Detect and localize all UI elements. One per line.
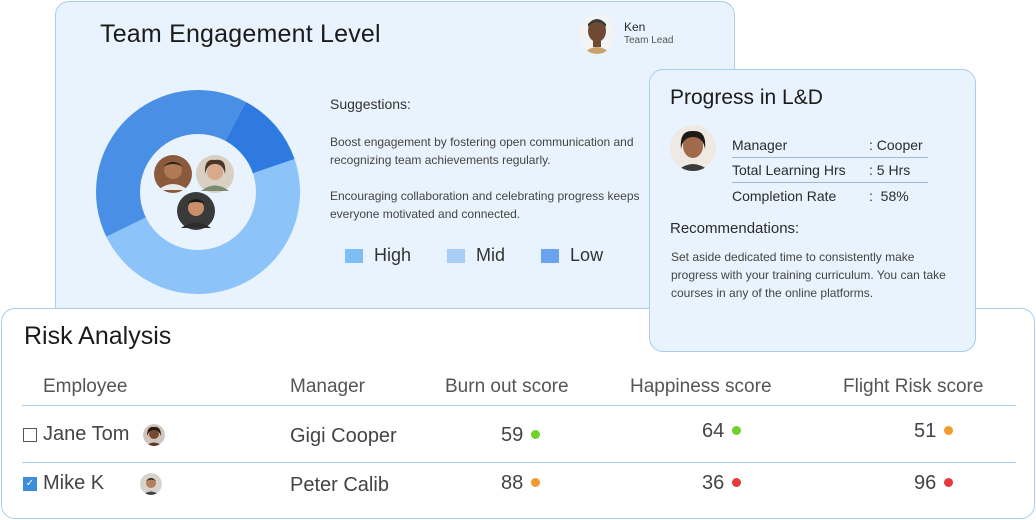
detail-value: : 5 Hrs (869, 162, 911, 178)
legend-label-mid: Mid (476, 245, 506, 265)
row-checkbox[interactable] (23, 427, 37, 442)
header-divider (22, 405, 1016, 406)
burnout-score: 59 (501, 424, 524, 446)
progress-details: Manager : Cooper Total Learning Hrs : 5 … (732, 133, 928, 208)
column-header-flight-risk[interactable]: Flight Risk score (843, 376, 983, 398)
burnout-score: 88 (501, 472, 524, 494)
legend-item-low: Low (541, 245, 603, 266)
donut-hole (140, 134, 256, 250)
employee-name[interactable]: Mike K (43, 472, 104, 495)
employee-avatar (140, 472, 163, 495)
column-header-employee[interactable]: Employee (43, 376, 128, 398)
detail-key: Manager (732, 137, 788, 153)
detail-row-manager: Manager : Cooper (732, 133, 928, 158)
team-lead-profile[interactable]: Ken Team Lead (579, 14, 673, 54)
happiness-score-cell: 36 (702, 472, 742, 495)
column-header-happiness[interactable]: Happiness score (630, 376, 772, 398)
team-lead-name: Ken (624, 20, 646, 35)
legend-item-mid: Mid (447, 245, 505, 266)
legend-label-low: Low (570, 245, 604, 265)
legend-swatch-mid (447, 248, 466, 263)
flight-risk-score-cell: 51 (914, 420, 954, 443)
legend-swatch-low (541, 248, 560, 263)
detail-key: Total Learning Hrs (732, 162, 846, 178)
burnout-status-dot (531, 430, 541, 440)
legend-item-high: High (345, 245, 411, 266)
team-lead-role: Team Lead (624, 35, 674, 47)
detail-value: : Cooper (869, 137, 923, 153)
member-avatar-1 (154, 155, 192, 193)
dashboard-collage: Team Engagement Level Ken Team Lead Sugg… (0, 0, 1036, 520)
column-header-manager[interactable]: Manager (290, 376, 365, 398)
happiness-status-dot (732, 426, 742, 436)
engagement-donut-chart (96, 90, 300, 294)
happiness-score: 64 (702, 420, 725, 442)
member-avatar-2 (196, 155, 234, 193)
row-divider (22, 462, 1016, 463)
burnout-score-cell: 59 (501, 424, 541, 447)
team-engagement-title: Team Engagement Level (100, 20, 381, 48)
detail-key: Completion Rate (732, 187, 837, 204)
manager-name: Gigi Cooper (290, 425, 397, 447)
legend-swatch-high (345, 248, 363, 263)
employee-avatar (670, 125, 716, 171)
recommendations-title: Recommendations: (670, 220, 800, 237)
table-row-employee: Jane Tom (23, 423, 166, 446)
detail-row-learning-hrs: Total Learning Hrs : 5 Hrs (732, 158, 928, 183)
team-engagement-card: Team Engagement Level Ken Team Lead Sugg… (55, 1, 735, 319)
detail-value: : 58% (869, 187, 909, 204)
flight-risk-score-cell: 96 (914, 472, 954, 495)
employee-name[interactable]: Jane Tom (43, 423, 129, 446)
employee-avatar (143, 423, 166, 446)
column-header-burnout[interactable]: Burn out score (445, 376, 569, 398)
suggestion-text-2: Encouraging collaboration and celebratin… (330, 189, 640, 221)
row-checkbox-checked[interactable]: ✓ (23, 476, 37, 491)
team-lead-avatar (579, 14, 615, 54)
progress-card: Progress in L&D Manager : Cooper Total L… (649, 69, 976, 352)
happiness-score-cell: 64 (702, 420, 742, 443)
legend-label-high: High (374, 245, 412, 265)
engagement-legend: High Mid Low (345, 245, 639, 266)
progress-title: Progress in L&D (670, 86, 823, 109)
manager-name: Peter Calib (290, 474, 389, 496)
suggestions-title: Suggestions: (330, 96, 411, 112)
happiness-status-dot (732, 478, 742, 488)
burnout-status-dot (531, 478, 541, 488)
table-row-employee: ✓ Mike K (23, 472, 163, 495)
flight-risk-status-dot (944, 478, 954, 488)
risk-analysis-title: Risk Analysis (24, 322, 172, 350)
flight-risk-status-dot (944, 426, 954, 436)
burnout-score-cell: 88 (501, 472, 541, 495)
member-avatar-3 (177, 192, 215, 230)
recommendations-text: Set aside dedicated time to consistently… (671, 250, 946, 300)
detail-row-completion-rate: Completion Rate : 58% (732, 183, 928, 208)
flight-risk-score: 51 (914, 420, 937, 442)
suggestion-text-1: Boost engagement by fostering open commu… (330, 135, 634, 167)
happiness-score: 36 (702, 472, 725, 494)
flight-risk-score: 96 (914, 472, 937, 494)
